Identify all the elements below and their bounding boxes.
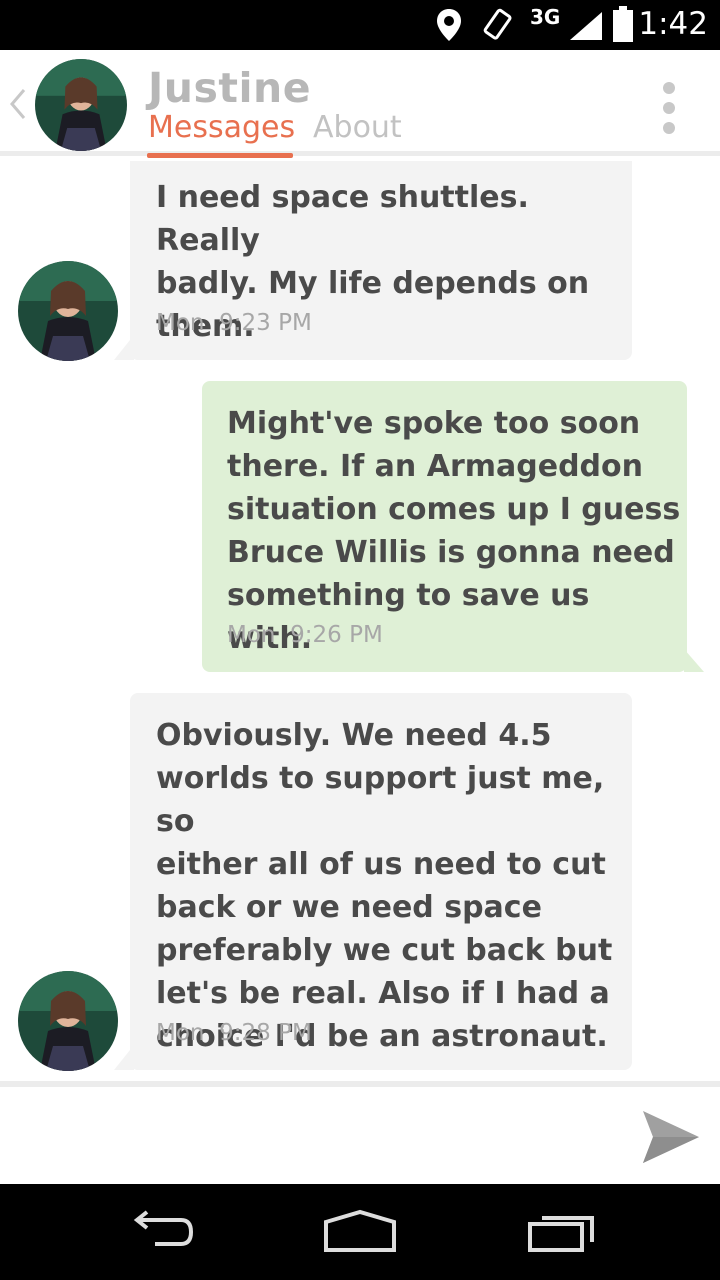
- bubble-tail: [114, 1045, 134, 1070]
- chevron-left-icon[interactable]: [6, 86, 30, 122]
- bubble-tail: [114, 335, 134, 360]
- message-list[interactable]: I need space shuttles. Really badly. My …: [0, 161, 720, 1081]
- send-icon[interactable]: [641, 1107, 701, 1167]
- sender-avatar[interactable]: [18, 971, 118, 1071]
- tab-messages[interactable]: Messages: [148, 110, 295, 145]
- contact-avatar[interactable]: [35, 59, 127, 151]
- system-navigation-bar: [0, 1184, 720, 1280]
- message-timestamp: Mon 9:23 PM: [156, 310, 312, 336]
- active-tab-indicator: [147, 153, 293, 158]
- rotate-icon: [483, 8, 512, 40]
- sender-avatar[interactable]: [18, 261, 118, 361]
- message-input[interactable]: [20, 1105, 620, 1165]
- contact-name: Justine: [148, 64, 311, 112]
- network-type: 3G: [530, 5, 561, 29]
- conversation-header: Justine Messages About: [0, 50, 720, 158]
- message-timestamp: Mon 9:26 PM: [227, 622, 383, 648]
- location-icon: [437, 9, 461, 41]
- more-options-icon[interactable]: [661, 80, 677, 136]
- battery-icon: [613, 6, 633, 42]
- home-icon[interactable]: [322, 1208, 398, 1256]
- recents-icon[interactable]: [526, 1208, 598, 1256]
- clock: 1:42: [638, 6, 708, 42]
- signal-icon: [570, 12, 602, 40]
- tab-about[interactable]: About: [313, 110, 402, 145]
- status-bar: 3G 1:42: [0, 0, 720, 50]
- bubble-tail: [684, 649, 704, 672]
- message-composer: [0, 1081, 720, 1184]
- message-timestamp: Mon 9:28 PM: [156, 1020, 312, 1046]
- message-text: Obviously. We need 4.5 worlds to support…: [156, 718, 613, 1054]
- back-icon[interactable]: [125, 1208, 195, 1256]
